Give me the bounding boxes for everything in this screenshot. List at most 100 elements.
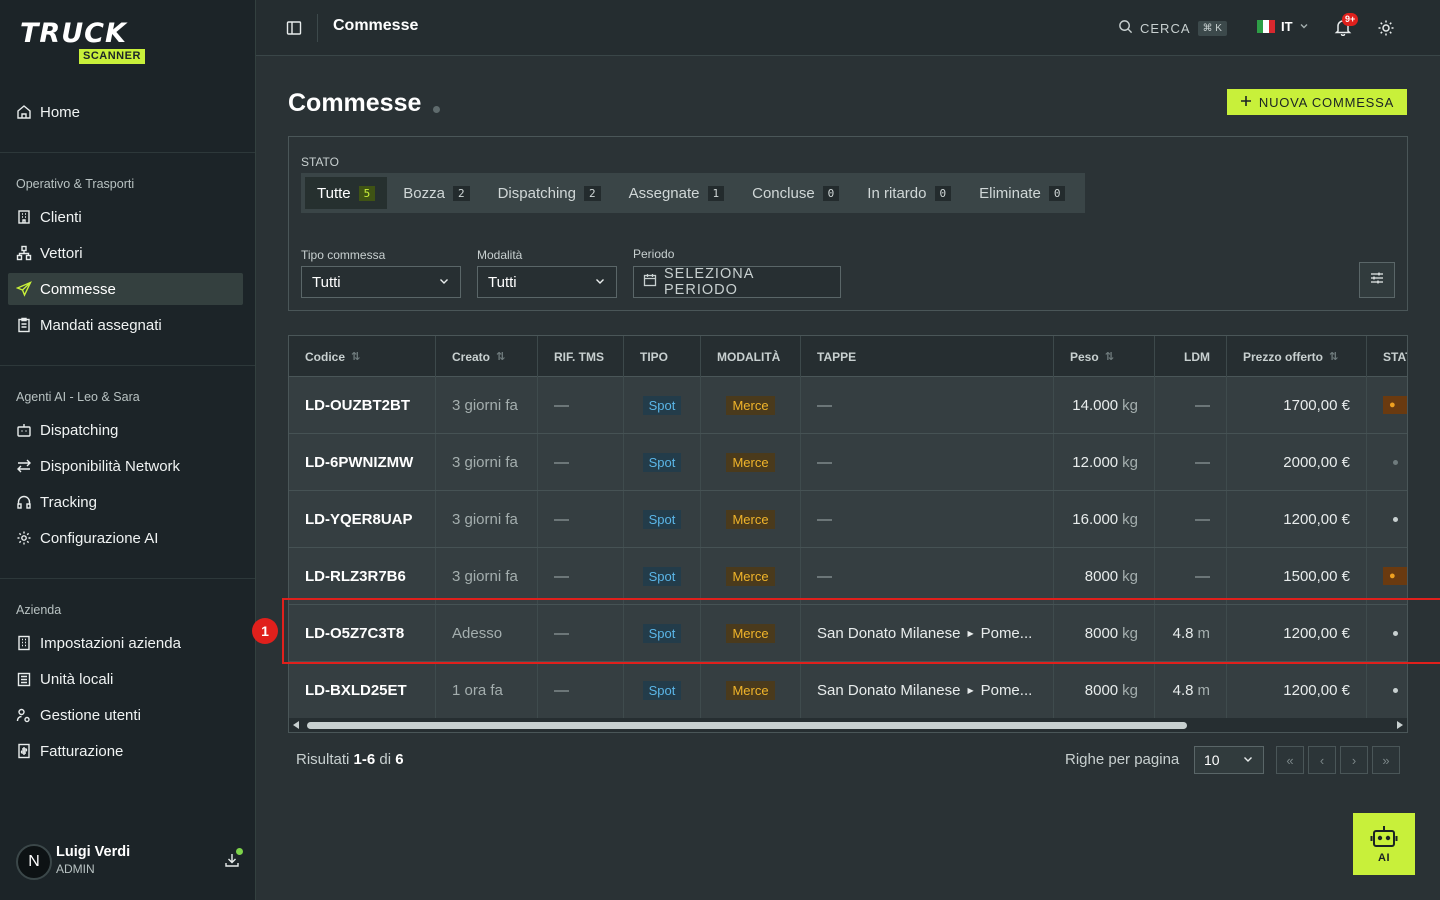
- section-title-azienda: Azienda: [16, 603, 62, 617]
- cell-rif-tms: —: [538, 434, 624, 490]
- tipo-badge: Spot: [642, 452, 682, 472]
- gear-icon: [16, 530, 32, 546]
- chevron-down-icon: [594, 274, 606, 291]
- tipo-badge: Spot: [642, 680, 682, 700]
- sidebar-item-label: Unità locali: [40, 670, 114, 688]
- horizontal-scrollbar[interactable]: [289, 718, 1407, 732]
- table-row[interactable]: LD-RLZ3R7B6 3 giorni fa — Spot Merce —8000 kg —…: [289, 548, 1407, 605]
- cell-rif-tms: —: [538, 662, 624, 718]
- sidebar-item-fatturazione[interactable]: Fatturazione: [8, 735, 243, 767]
- cell-tipo: Spot: [624, 491, 701, 547]
- sidebar-item-commesse[interactable]: Commesse: [8, 273, 243, 305]
- sidebar-item-home[interactable]: Home: [8, 96, 243, 128]
- column-header-creato[interactable]: Creato ⇅: [436, 336, 538, 377]
- sidebar-item-tracking[interactable]: Tracking: [8, 486, 243, 518]
- scrollbar-thumb[interactable]: [307, 722, 1187, 729]
- sun-icon[interactable]: [1377, 19, 1395, 37]
- next-page-button[interactable]: ›: [1340, 746, 1368, 774]
- sidebar-item-dispatching[interactable]: Dispatching: [8, 414, 243, 446]
- header-label: TIPO: [640, 349, 669, 364]
- tab-eliminate[interactable]: Eliminate 0: [967, 177, 1077, 209]
- tab-label: Bozza: [403, 184, 445, 202]
- filter-settings-button[interactable]: [1359, 262, 1395, 298]
- ldm-value: —: [1195, 510, 1210, 528]
- cell-creato: 3 giorni fa: [436, 491, 538, 547]
- sidebar-item-disponibilita[interactable]: Disponibilità Network: [8, 450, 243, 482]
- search-icon: [1118, 19, 1133, 37]
- toggle-sidebar-icon[interactable]: [286, 20, 302, 36]
- tab-assegnate[interactable]: Assegnate 1: [617, 177, 737, 209]
- ldm-unit: m: [1197, 681, 1211, 699]
- ai-assistant-button[interactable]: AI: [1353, 813, 1415, 875]
- table-row[interactable]: LD-OUZBT2BT 3 giorni fa — Spot Merce —14.000 k…: [289, 377, 1407, 434]
- header-label: LDM: [1184, 349, 1210, 364]
- search-shortcut: ⌘ K: [1197, 20, 1227, 36]
- tab-dispatching[interactable]: Dispatching 2: [486, 177, 613, 209]
- cell-stato: ●: [1367, 548, 1407, 604]
- sidebar-item-unita-locali[interactable]: Unità locali: [8, 663, 243, 695]
- rows-per-page-select[interactable]: 10: [1194, 746, 1264, 774]
- cell-prezzo: 1700,00 €: [1227, 377, 1367, 433]
- page-title: Commesse: [288, 89, 441, 118]
- table-row[interactable]: LD-YQER8UAP 3 giorni fa — Spot Merce —16.000 k…: [289, 491, 1407, 548]
- sidebar-item-mandati[interactable]: Mandati assegnati: [8, 309, 243, 341]
- sidebar-item-label: Configurazione AI: [40, 529, 159, 547]
- chevrons-left-icon: «: [1286, 752, 1294, 768]
- truck-scanner-logo[interactable]: TRUCK SCANNER: [20, 20, 164, 66]
- tappe-from: —: [817, 453, 832, 471]
- cell-rif-tms: —: [538, 548, 624, 604]
- cell-codice[interactable]: LD-6PWNIZMW: [289, 434, 436, 490]
- tappe-from: —: [817, 396, 832, 414]
- cell-creato: 3 giorni fa: [436, 434, 538, 490]
- cell-codice[interactable]: LD-RLZ3R7B6: [289, 548, 436, 604]
- first-page-button[interactable]: «: [1276, 746, 1304, 774]
- arrows-exchange-icon: [16, 458, 32, 474]
- language-selector[interactable]: IT: [1257, 19, 1309, 34]
- cell-ldm: 4.8 m: [1155, 662, 1227, 718]
- cell-codice[interactable]: LD-YQER8UAP: [289, 491, 436, 547]
- header-label: Peso: [1070, 349, 1099, 364]
- tab-in-ritardo[interactable]: In ritardo 0: [855, 177, 963, 209]
- cell-tappe: San Donato Milanese ▶ Pome...: [801, 662, 1054, 718]
- user-profile[interactable]: N Luigi Verdi ADMIN: [16, 844, 246, 880]
- cell-stato: [1367, 491, 1407, 547]
- cell-tipo: Spot: [624, 377, 701, 433]
- tab-concluse[interactable]: Concluse 0: [740, 177, 851, 209]
- select-value: Tutti: [488, 273, 517, 291]
- scroll-right-icon[interactable]: [1397, 721, 1403, 729]
- prev-page-button[interactable]: ‹: [1308, 746, 1336, 774]
- cell-codice[interactable]: LD-BXLD25ET: [289, 662, 436, 718]
- cell-peso: 12.000 kg: [1054, 434, 1155, 490]
- cell-peso: 8000 kg: [1054, 548, 1155, 604]
- table-row[interactable]: LD-6PWNIZMW 3 giorni fa — Spot Merce —12.000 k…: [289, 434, 1407, 491]
- table-row[interactable]: LD-BXLD25ET 1 ora fa — Spot Merce San Donato …: [289, 662, 1407, 719]
- new-commessa-button[interactable]: NUOVA COMMESSA: [1227, 89, 1407, 115]
- sidebar-item-gestione-utenti[interactable]: Gestione utenti: [8, 699, 243, 731]
- column-header-prezzo[interactable]: Prezzo offerto ⇅: [1227, 336, 1367, 377]
- modalita-select[interactable]: Tutti: [477, 266, 617, 298]
- topbar-title: Commesse: [333, 17, 419, 34]
- cell-codice[interactable]: LD-OUZBT2BT: [289, 377, 436, 433]
- tab-tutte[interactable]: Tutte 5: [305, 177, 388, 209]
- periodo-button[interactable]: SELEZIONA PERIODO: [633, 266, 841, 298]
- annotation-badge: 1: [252, 618, 278, 644]
- sidebar-item-impostazioni[interactable]: Impostazioni azienda: [8, 627, 243, 659]
- peso-unit: kg: [1122, 396, 1138, 414]
- avatar: N: [16, 844, 52, 880]
- cell-modalita: Merce: [701, 662, 801, 718]
- sidebar-item-vettori[interactable]: Vettori: [8, 237, 243, 269]
- column-header-peso[interactable]: Peso ⇅: [1054, 336, 1155, 377]
- status-dot-icon: [433, 106, 441, 113]
- sidebar-item-configurazione-ai[interactable]: Configurazione AI: [8, 522, 243, 554]
- search-button[interactable]: CERCA ⌘ K: [1118, 18, 1227, 38]
- cell-modalita: Merce: [701, 434, 801, 490]
- tab-count: 2: [583, 185, 601, 201]
- tab-bozza[interactable]: Bozza 2: [391, 177, 481, 209]
- tipo-commessa-select[interactable]: Tutti: [301, 266, 461, 298]
- column-header-codice[interactable]: Codice ⇅: [289, 336, 436, 377]
- sidebar-item-clienti[interactable]: Clienti: [8, 201, 243, 233]
- peso-unit: kg: [1122, 453, 1138, 471]
- scroll-left-icon[interactable]: [293, 721, 299, 729]
- italy-flag-icon: [1257, 20, 1275, 33]
- last-page-button[interactable]: »: [1372, 746, 1400, 774]
